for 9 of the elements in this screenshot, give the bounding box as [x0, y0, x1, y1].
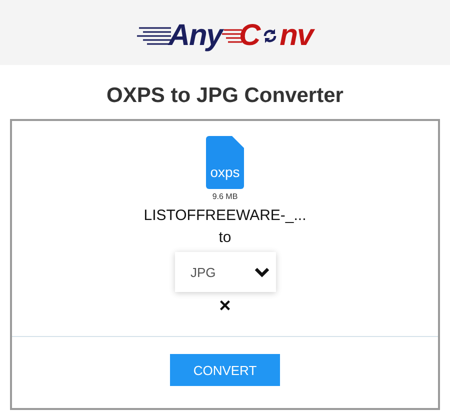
remove-button[interactable]: ×: [219, 295, 231, 317]
page-title: OXPS to JPG Converter: [106, 83, 344, 109]
file-icon: oxps: [206, 136, 244, 189]
file-name: LISTOFFREEWARE-_...: [144, 207, 306, 224]
file-size: 9.6 MB: [212, 192, 238, 201]
anyconv-logo[interactable]: Any C nv: [137, 12, 313, 52]
format-select[interactable]: JPG: [174, 252, 276, 292]
to-label: to: [218, 229, 232, 246]
chevron-down-icon: [254, 266, 270, 278]
